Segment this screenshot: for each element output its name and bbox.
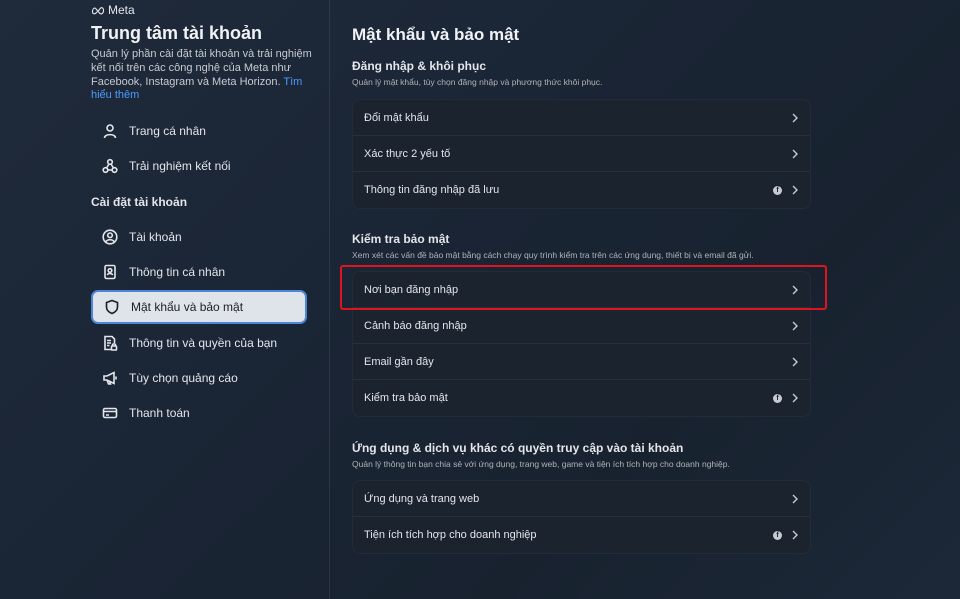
row-security-checkup[interactable]: Kiểm tra bảo mật f	[353, 380, 810, 416]
sidebar-item-account[interactable]: Tài khoản	[91, 220, 307, 254]
chevron-right-icon	[791, 149, 799, 159]
meta-logo[interactable]: Meta	[91, 3, 135, 17]
section-desc-apps-services: Quản lý thông tin bạn chia sẻ với ứng dụ…	[352, 459, 730, 469]
facebook-icon: f	[773, 530, 782, 540]
sidebar-description: Quản lý phần cài đặt tài khoản và trải n…	[91, 48, 313, 103]
card-login-recovery: Đổi mật khẩu Xác thực 2 yếu tố Thông tin…	[352, 99, 811, 209]
id-card-icon	[102, 264, 118, 280]
account-circle-icon	[102, 229, 118, 245]
sidebar-section-title: Cài đặt tài khoản	[91, 195, 188, 209]
credit-card-icon	[102, 405, 118, 421]
megaphone-icon	[102, 370, 118, 386]
row-label: Thông tin đăng nhập đã lưu	[364, 184, 500, 196]
row-business-integrations[interactable]: Tiện ích tích hợp cho doanh nghiệp f	[353, 517, 810, 553]
card-security-checks: Nơi bạn đăng nhập Cảnh báo đăng nhập Ema…	[352, 271, 811, 417]
sidebar-item-payments[interactable]: Thanh toán	[91, 396, 307, 430]
row-two-factor[interactable]: Xác thực 2 yếu tố	[353, 136, 810, 172]
sidebar-item-label: Mật khẩu và bảo mật	[131, 300, 244, 314]
sidebar-item-label: Thanh toán	[129, 406, 190, 420]
sidebar-item-label: Thông tin và quyền của bạn	[129, 336, 278, 350]
section-title-security-checks: Kiểm tra bảo mật	[352, 232, 450, 246]
sidebar-item-password-security[interactable]: Mật khẩu và bảo mật	[91, 290, 307, 324]
sidebar-item-label: Thông tin cá nhân	[129, 265, 226, 279]
sidebar-item-profile[interactable]: Trang cá nhân	[91, 114, 307, 148]
row-change-password[interactable]: Đổi mật khẩu	[353, 100, 810, 136]
sidebar-item-personal-info[interactable]: Thông tin cá nhân	[91, 255, 307, 289]
row-label: Cảnh báo đăng nhập	[364, 319, 467, 332]
row-label: Tiện ích tích hợp cho doanh nghiệp	[364, 529, 537, 541]
row-where-logged-in[interactable]: Nơi bạn đăng nhập	[353, 272, 810, 308]
row-login-alerts[interactable]: Cảnh báo đăng nhập	[353, 308, 810, 344]
row-label: Email gần đây	[364, 355, 434, 368]
row-label: Đổi mật khẩu	[364, 111, 429, 124]
sidebar-item-connected-experiences[interactable]: Trải nghiệm kết nối	[91, 149, 307, 183]
chevron-right-icon	[791, 393, 799, 403]
chevron-right-icon	[791, 494, 799, 504]
row-saved-login[interactable]: Thông tin đăng nhập đã lưu f	[353, 172, 810, 208]
row-recent-emails[interactable]: Email gần đây	[353, 344, 810, 380]
sidebar-title: Trung tâm tài khoản	[91, 23, 263, 43]
connected-icon	[102, 158, 118, 174]
chevron-right-icon	[791, 357, 799, 367]
row-label: Kiểm tra bảo mật	[364, 392, 448, 404]
row-label: Ứng dụng và trang web	[364, 492, 480, 505]
sidebar-item-ad-preferences[interactable]: Tùy chọn quảng cáo	[91, 361, 307, 395]
document-lock-icon	[102, 335, 118, 351]
sidebar-item-label: Trải nghiệm kết nối	[129, 159, 231, 173]
sidebar-description-text: Quản lý phần cài đặt tài khoản và trải n…	[91, 48, 312, 88]
row-apps-websites[interactable]: Ứng dụng và trang web	[353, 481, 810, 517]
sidebar-item-label: Trang cá nhân	[129, 124, 206, 138]
shield-icon	[104, 299, 120, 315]
sidebar-item-label: Tài khoản	[129, 230, 182, 244]
person-icon	[102, 123, 118, 139]
chevron-right-icon	[791, 321, 799, 331]
section-title-apps-services: Ứng dụng & dịch vụ khác có quyền truy cậ…	[352, 441, 684, 455]
chevron-right-icon	[791, 285, 799, 295]
sidebar-item-info-permissions[interactable]: Thông tin và quyền của bạn	[91, 326, 307, 360]
card-apps-services: Ứng dụng và trang web Tiện ích tích hợp …	[352, 480, 811, 554]
page-title: Mật khẩu và bảo mật	[352, 25, 520, 44]
facebook-icon: f	[773, 185, 782, 195]
row-label: Xác thực 2 yếu tố	[364, 147, 451, 160]
facebook-icon: f	[773, 393, 782, 403]
chevron-right-icon	[791, 530, 799, 540]
section-desc-login-recovery: Quản lý mật khẩu, tùy chọn đăng nhập và …	[352, 77, 603, 87]
brand-name: Meta	[108, 3, 135, 17]
chevron-right-icon	[791, 185, 799, 195]
chevron-right-icon	[791, 113, 799, 123]
sidebar-item-label: Tùy chọn quảng cáo	[129, 371, 238, 385]
section-title-login-recovery: Đăng nhập & khôi phục	[352, 59, 486, 73]
section-desc-security-checks: Xem xét các vấn đề bảo mật bằng cách chạ…	[352, 250, 754, 260]
meta-infinity-icon	[91, 7, 105, 15]
row-label: Nơi bạn đăng nhập	[364, 283, 459, 296]
